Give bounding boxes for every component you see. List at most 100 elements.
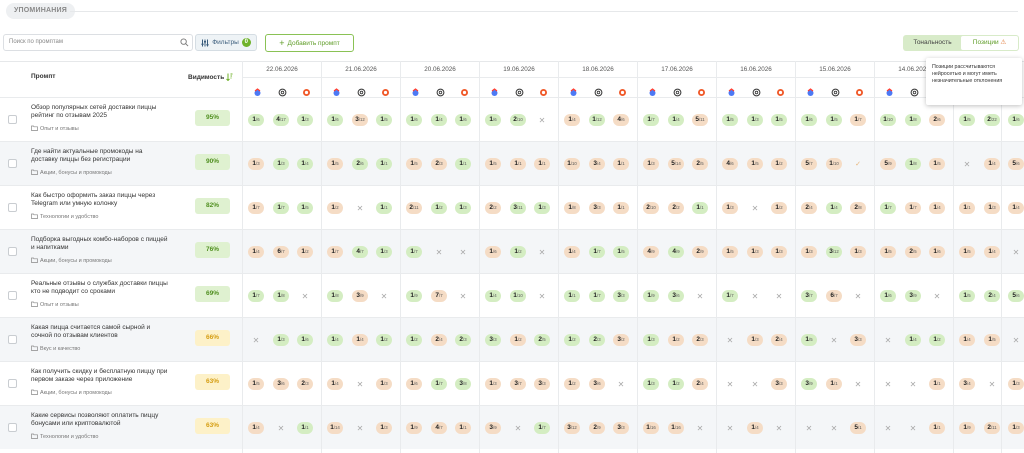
table-row[interactable]: Где найти актуальные промокоды на достав… bbox=[0, 141, 1024, 185]
row-checkbox[interactable] bbox=[8, 159, 17, 168]
position-cell: 1/7 bbox=[325, 246, 345, 258]
filters-button[interactable]: Фильтры 0 bbox=[195, 34, 257, 51]
position-pill: 1/5 bbox=[959, 246, 975, 258]
not-mentioned-icon: ✕ bbox=[830, 335, 838, 345]
position-cell: 2/10 bbox=[641, 202, 661, 214]
position-cell: 3/2 bbox=[611, 334, 631, 346]
filters-count-badge: 0 bbox=[241, 38, 251, 47]
column-header-visibility[interactable]: Видимость bbox=[188, 73, 233, 81]
table-row[interactable]: Какие сервисы позволяют оплатить пиццу б… bbox=[0, 405, 1024, 449]
position-pill: 1/5 bbox=[248, 378, 264, 390]
position-cell: 1/5 bbox=[957, 246, 977, 258]
position-total: /8 bbox=[913, 161, 917, 166]
position-pill: 3/11 bbox=[510, 202, 526, 214]
row-checkbox[interactable] bbox=[8, 335, 17, 344]
position-cell: 2/22 bbox=[982, 114, 1002, 126]
position-cell: 3/12 bbox=[562, 422, 582, 434]
position-pill: 1/3 bbox=[248, 158, 264, 170]
position-pill: 1/3 bbox=[455, 202, 471, 214]
sort-icon[interactable] bbox=[226, 73, 233, 81]
row-checkbox[interactable] bbox=[8, 203, 17, 212]
position-pill: 1/2 bbox=[406, 334, 422, 346]
date-header-divider bbox=[480, 77, 558, 78]
toggle-tonality[interactable]: Тональность bbox=[904, 36, 961, 50]
table-row[interactable]: Как получить скидку и бесплатную пиццу п… bbox=[0, 361, 1024, 405]
position-cell: 1/6 bbox=[325, 114, 345, 126]
position-cell: 1/7 bbox=[903, 202, 923, 214]
position-pill: 1/3 bbox=[801, 246, 817, 258]
position-cell: 1/1 bbox=[453, 158, 473, 170]
date-header-divider bbox=[401, 77, 479, 78]
position-total: /3 bbox=[651, 337, 655, 342]
position-total: /1 bbox=[858, 425, 862, 430]
position-pill: 1/5 bbox=[801, 334, 817, 346]
position-pill: 1/3 bbox=[297, 114, 313, 126]
position-cell: 4/6 bbox=[720, 158, 740, 170]
position-total: /1 bbox=[967, 205, 971, 210]
table-row[interactable]: Подборка выгодных комбо-наборов с пиццей… bbox=[0, 229, 1024, 273]
position-total: /3 bbox=[597, 205, 601, 210]
table-row[interactable]: Обзор популярных сетей доставки пиццы ре… bbox=[0, 97, 1024, 141]
position-pill: 1/5 bbox=[406, 158, 422, 170]
add-prompt-button[interactable]: + Добавить промпт bbox=[265, 34, 354, 52]
position-pill: 3/9 bbox=[352, 290, 368, 302]
date-column-header: 19.06.2026 bbox=[479, 61, 558, 97]
position-total: /3 bbox=[809, 249, 813, 254]
position-cell: 5/9 bbox=[878, 158, 898, 170]
prompt-title[interactable]: Обзор популярных сетей доставки пиццы ре… bbox=[31, 104, 171, 120]
position-total: /7 bbox=[913, 205, 917, 210]
folder-icon bbox=[31, 125, 38, 133]
position-cell: 1/5 bbox=[404, 158, 424, 170]
position-pill: 1/2 bbox=[668, 334, 684, 346]
position-total: /9 bbox=[493, 425, 497, 430]
prompt-title[interactable]: Где найти актуальные промокоды на достав… bbox=[31, 148, 171, 164]
position-pill: 3/7 bbox=[801, 290, 817, 302]
position-cell: ✕ bbox=[453, 290, 473, 302]
mode-toggle[interactable]: Тональность Позиции ⚠ bbox=[903, 35, 1019, 51]
position-total: /6 bbox=[1016, 161, 1020, 166]
prompt-title[interactable]: Подборка выгодных комбо-наборов с пиццей… bbox=[31, 236, 171, 252]
row-checkbox[interactable] bbox=[8, 291, 17, 300]
prompt-title[interactable]: Реальные отзывы о службах доставки пиццы… bbox=[31, 280, 171, 296]
position-total: /1 bbox=[937, 425, 941, 430]
prompt-title[interactable]: Как быстро оформить заказ пиццы через Te… bbox=[31, 192, 171, 208]
position-pill: 3/4 bbox=[589, 158, 605, 170]
position-total: /9 bbox=[597, 425, 601, 430]
toggle-positions[interactable]: Позиции ⚠ bbox=[961, 36, 1018, 50]
prompt-title[interactable]: Как получить скидку и бесплатную пиццу п… bbox=[31, 368, 171, 384]
position-pill: 1/2 bbox=[771, 202, 787, 214]
position-total: /4 bbox=[335, 381, 339, 386]
date-column-header: 22.06.2026 bbox=[242, 61, 321, 97]
row-checkbox[interactable] bbox=[8, 423, 17, 432]
position-total: /3 bbox=[779, 381, 783, 386]
not-mentioned-icon: ✕ bbox=[277, 423, 285, 433]
position-total: /5 bbox=[700, 161, 704, 166]
position-pill: 4/17 bbox=[273, 114, 289, 126]
position-total: /4 bbox=[493, 293, 497, 298]
table-row[interactable]: Как быстро оформить заказ пиццы через Te… bbox=[0, 185, 1024, 229]
position-cell: 1/3 bbox=[720, 202, 740, 214]
position-total: /2 bbox=[305, 249, 309, 254]
prompt-title[interactable]: Какие сервисы позволяют оплатить пиццу б… bbox=[31, 412, 171, 428]
position-cell: 1/2 bbox=[769, 202, 789, 214]
row-checkbox[interactable] bbox=[8, 379, 17, 388]
position-cell: 1/6 bbox=[927, 246, 947, 258]
position-total: /4 bbox=[779, 337, 783, 342]
prompt-category: Акции, бонусы и промокоды bbox=[31, 389, 112, 397]
position-pill: 1/4 bbox=[984, 246, 1000, 258]
table-row[interactable]: Реальные отзывы о службах доставки пиццы… bbox=[0, 273, 1024, 317]
position-pill: 1/3 bbox=[747, 114, 763, 126]
position-pill: 2/5 bbox=[905, 246, 921, 258]
position-pill: 1/2 bbox=[668, 378, 684, 390]
table-row[interactable]: Какая пицца считается самой сырной и соч… bbox=[0, 317, 1024, 361]
position-pill: 1/4 bbox=[668, 114, 684, 126]
search-input[interactable]: Поиск по промптам bbox=[3, 34, 193, 51]
prompt-title[interactable]: Какая пицца считается самой сырной и соч… bbox=[31, 324, 171, 340]
position-cell: 1/3 bbox=[271, 158, 291, 170]
row-checkbox[interactable] bbox=[8, 247, 17, 256]
position-pill: 1/1 bbox=[455, 422, 471, 434]
position-cell: ✕ bbox=[799, 422, 819, 434]
search-icon[interactable] bbox=[180, 38, 189, 47]
row-checkbox[interactable] bbox=[8, 115, 17, 124]
position-total: /9 bbox=[360, 293, 364, 298]
